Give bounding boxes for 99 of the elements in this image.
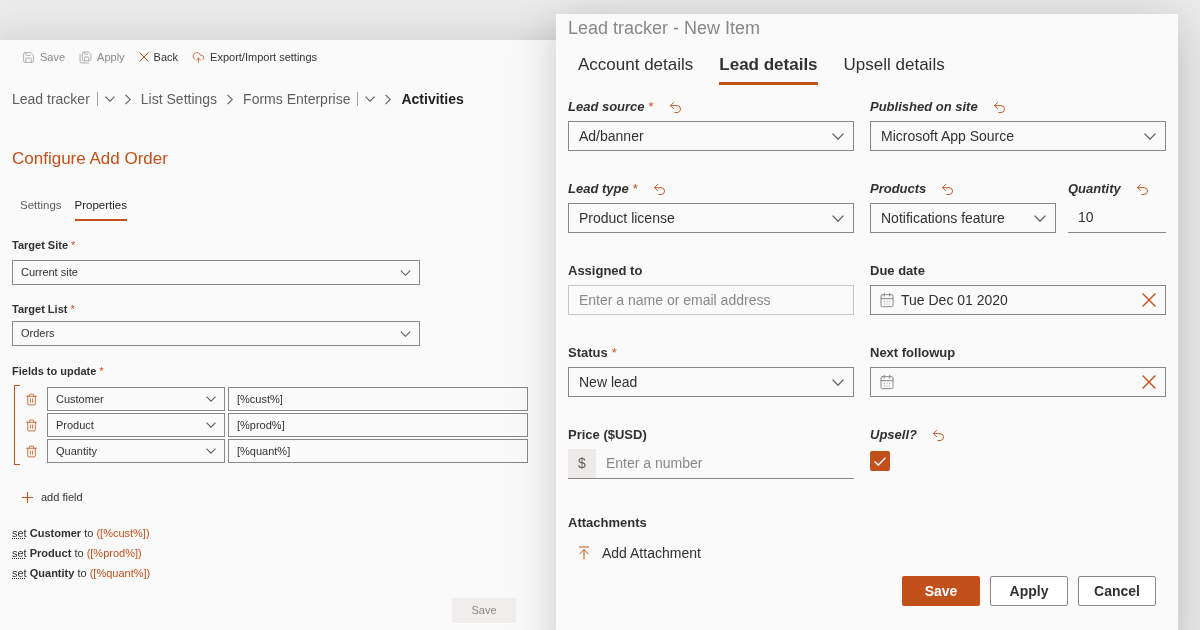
field-dropdown[interactable]: Quantity (47, 439, 225, 463)
undo-arrow-icon[interactable] (667, 99, 683, 115)
checkmark-icon (874, 456, 886, 466)
chevron-right-icon (124, 93, 131, 105)
chevron-down-icon[interactable] (365, 96, 376, 102)
form-title: Lead tracker - New Item (568, 17, 761, 39)
field-label: Lead source (568, 98, 645, 116)
dropdown[interactable]: Ad/banner (568, 121, 854, 151)
panel-title: Configure Add Order (12, 148, 168, 170)
undo-arrow-icon[interactable] (651, 181, 667, 197)
chevron-down-icon (1144, 132, 1156, 140)
set-link[interactable]: set (12, 527, 27, 539)
trash-can-icon[interactable] (25, 418, 38, 432)
dropdown[interactable]: Product license (568, 203, 854, 233)
field-label: Lead type (568, 180, 629, 198)
chevron-down-icon (206, 422, 216, 428)
value-input[interactable]: [%quant%] (228, 439, 528, 463)
required-asterisk: * (611, 344, 617, 362)
cancel-button[interactable]: Cancel (1078, 576, 1156, 606)
undo-arrow-icon[interactable] (1134, 181, 1150, 197)
required-asterisk: * (71, 238, 76, 252)
save-button[interactable]: Save (902, 576, 980, 606)
tab[interactable]: Account details (578, 54, 694, 85)
add-field-button[interactable]: add field (22, 489, 83, 505)
field-label: Status (568, 344, 608, 362)
dropdown[interactable]: New lead (568, 367, 854, 397)
tab[interactable]: Upsell details (843, 54, 945, 85)
currency-prefix: $ (568, 449, 596, 478)
attachments-label: Attachments (568, 514, 647, 532)
required-asterisk: * (648, 98, 654, 116)
required-asterisk: * (99, 364, 104, 378)
chevron-down-icon (400, 269, 411, 276)
add-attachment-button[interactable]: Add Attachment (576, 543, 701, 563)
field-label: Due date (870, 262, 925, 280)
field-dropdown[interactable]: Product (47, 413, 225, 437)
back-button[interactable]: Back (138, 48, 179, 66)
field-label: Fields to update (12, 364, 97, 378)
field-label: Assigned to (568, 262, 643, 280)
field-label: Target List (12, 302, 68, 316)
checkbox[interactable] (870, 451, 890, 471)
trash-can-icon[interactable] (25, 392, 38, 406)
plus-icon (22, 491, 33, 503)
chevron-down-icon (1034, 214, 1046, 222)
breadcrumb-link[interactable]: Lead tracker (12, 89, 90, 109)
chevron-down-icon (400, 330, 411, 337)
assignment-summary: set Quantity to ([%quant%]) (12, 566, 151, 581)
chevron-right-icon (385, 93, 392, 105)
required-asterisk: * (70, 302, 75, 316)
field-label: Upsell? (870, 426, 917, 444)
tab[interactable]: Properties (74, 197, 127, 221)
apply-button[interactable]: Apply (990, 576, 1068, 606)
field-label: Published on site (870, 98, 978, 116)
undo-arrow-icon[interactable] (940, 181, 956, 197)
stacked-floppy-disks-icon (79, 50, 93, 64)
dropdown[interactable]: Microsoft App Source (870, 121, 1166, 151)
cloud-upload-icon (192, 50, 206, 64)
field-label: Price ($USD) (568, 426, 647, 444)
value-input[interactable]: [%cust%] (228, 387, 528, 411)
close-icon (138, 52, 149, 62)
tab[interactable]: Lead details (719, 54, 818, 85)
assignment-summary: set Product to ([%prod%]) (12, 546, 142, 561)
field-dropdown[interactable]: Customer (47, 387, 225, 411)
set-link[interactable]: set (12, 567, 27, 579)
trash-can-icon[interactable] (25, 444, 38, 458)
dropdown[interactable]: Orders (12, 321, 420, 346)
close-icon[interactable] (1142, 375, 1156, 389)
chevron-right-icon (227, 93, 234, 105)
set-link[interactable]: set (12, 547, 27, 559)
undo-arrow-icon[interactable] (930, 427, 946, 443)
text-field[interactable]: 10 (1068, 203, 1166, 233)
required-asterisk: * (632, 180, 638, 198)
people-picker-field[interactable]: Enter a name or email address (568, 285, 854, 315)
dropdown[interactable]: Current site (12, 260, 420, 285)
field-label: Next followup (870, 344, 956, 362)
calendar-icon (879, 292, 895, 308)
date-picker-field[interactable] (870, 367, 1166, 397)
dropdown[interactable]: Notifications feature (870, 203, 1056, 233)
field-label: Quantity (1068, 180, 1121, 198)
number-input[interactable]: Enter a number (596, 449, 854, 478)
close-icon[interactable] (1142, 293, 1156, 307)
assignment-summary: set Customer to ([%cust%]) (12, 526, 150, 541)
breadcrumb-link[interactable]: Forms Enterprise (243, 89, 351, 109)
upload-arrow-icon (576, 545, 592, 561)
chevron-down-icon (206, 396, 216, 402)
breadcrumb-link[interactable]: Activities (401, 89, 464, 109)
breadcrumb-link[interactable]: List Settings (140, 89, 218, 109)
chevron-down-icon[interactable] (104, 96, 115, 102)
chevron-down-icon (832, 378, 844, 386)
date-picker-field[interactable]: Tue Dec 01 2020 (870, 285, 1166, 315)
export-import-button[interactable]: Export/Import settings (192, 48, 318, 66)
field-label: Products (870, 180, 927, 198)
value-input[interactable]: [%prod%] (228, 413, 528, 437)
field-label: Target Site (12, 238, 69, 252)
chevron-down-icon (832, 132, 844, 140)
chevron-down-icon (206, 448, 216, 454)
undo-arrow-icon[interactable] (991, 99, 1007, 115)
tab[interactable]: Settings (20, 197, 62, 221)
calendar-icon (879, 374, 895, 390)
chevron-down-icon (832, 214, 844, 222)
